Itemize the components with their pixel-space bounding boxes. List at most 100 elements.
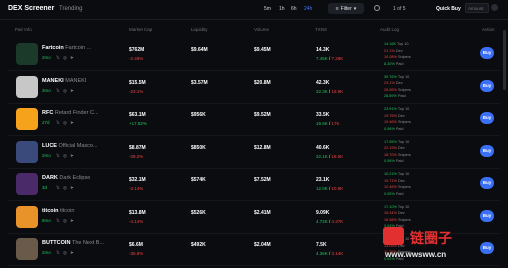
telegram-icon[interactable]: ➤	[70, 218, 74, 224]
table-row[interactable]: RFC Retard Finder C... 27d 𝕏 ◎ ➤ $63.1M +17.82…	[8, 103, 500, 136]
audit-item: 8.30% Paid	[384, 61, 404, 66]
token-age: 3mo	[42, 87, 51, 93]
txns-split: 12.0K / 10.9K	[316, 186, 344, 191]
telegram-icon[interactable]: ➤	[70, 120, 74, 126]
timeframe-1h[interactable]: 1h	[279, 6, 285, 12]
market-cap-value: $8.87M	[129, 144, 146, 151]
pagination[interactable]: 1 of 5	[393, 6, 406, 12]
timeframe-6h[interactable]: 6h	[291, 6, 297, 12]
twitter-icon[interactable]: 𝕏	[56, 250, 60, 256]
twitter-icon[interactable]: 𝕏	[56, 153, 60, 159]
gear-icon[interactable]	[374, 5, 380, 11]
timeframe-5m[interactable]: 5m	[264, 6, 271, 12]
volume-value: $20.8M	[254, 79, 271, 86]
token-avatar	[16, 238, 38, 260]
txns-value: 14.3K	[316, 47, 330, 53]
token-age: 2mo	[42, 55, 51, 60]
token-name[interactable]: titcoin titcoin	[42, 208, 74, 214]
col-audit-log: Audit Log	[380, 27, 400, 32]
twitter-icon[interactable]: 𝕏	[56, 185, 60, 191]
telegram-icon[interactable]: ➤	[70, 153, 74, 159]
buy-button[interactable]: Buy	[480, 47, 494, 59]
token-name[interactable]: Fartcoin Fartcoin ...	[42, 45, 91, 51]
twitter-icon[interactable]: 𝕏	[56, 88, 60, 94]
buy-button[interactable]: Buy	[480, 112, 494, 124]
telegram-icon[interactable]: ➤	[70, 55, 74, 61]
market-cap-value: $13.8M	[129, 209, 146, 216]
token-name[interactable]: MANEKI MANEKI	[42, 78, 86, 84]
volume-value: $9.52M	[254, 112, 271, 118]
scrollbar[interactable]	[503, 30, 506, 90]
buy-button[interactable]: Buy	[480, 177, 494, 189]
buy-button[interactable]: Buy	[480, 79, 494, 92]
market-cap-change: +17.82%	[129, 121, 147, 126]
website-icon[interactable]: ◎	[63, 153, 67, 159]
col-txns: TXNS	[315, 27, 328, 32]
website-icon[interactable]: ◎	[63, 218, 67, 224]
market-cap-value: $32.1M	[129, 177, 146, 183]
market-cap-change: -3.14%	[129, 186, 144, 191]
col-market-cap: Market Cap	[129, 27, 153, 32]
txns-value: 7.5K	[316, 242, 327, 248]
twitter-icon[interactable]: 𝕏	[56, 218, 60, 224]
website-icon[interactable]: ◎	[63, 120, 67, 126]
token-avatar	[16, 108, 38, 130]
buy-button[interactable]: Buy	[480, 144, 494, 157]
liquidity-value: $956K	[191, 112, 206, 118]
timeframe-24h[interactable]: 24h	[304, 6, 312, 12]
brand-title: DEX Screener	[8, 5, 55, 12]
token-name[interactable]: LUCE Official Masco...	[42, 143, 98, 149]
audit-item: 0.05% Paid	[384, 191, 404, 196]
audit-log: 39.76% Top 10 23.1% Dev 26.06% Snipers 28.8…	[384, 74, 424, 100]
table-row[interactable]: Fartcoin Fartcoin ... 2mo 𝕏 ◎ ➤ $762M -2.48% $9…	[8, 38, 500, 71]
twitter-icon[interactable]: 𝕏	[56, 120, 60, 126]
token-age: 2mo	[42, 250, 51, 255]
txns-split: 4.36K / 3.14K	[316, 251, 344, 256]
liquidity-value: $3.57M	[191, 79, 208, 86]
market-cap-change: -35.8%	[129, 251, 144, 256]
token-age: 2mo	[42, 152, 51, 158]
txns-value: 23.1K	[316, 177, 330, 183]
market-cap-value: $762M	[129, 47, 145, 53]
sol-icon	[491, 4, 498, 11]
quick-buy-label: Quick Buy	[436, 6, 461, 12]
token-name[interactable]: BUTTCOIN The Next B...	[42, 240, 104, 246]
twitter-icon[interactable]: 𝕏	[56, 55, 60, 61]
audit-item: 28.89% Paid	[384, 94, 406, 98]
token-name[interactable]: DARK Dark Eclipse	[42, 175, 90, 181]
col-liquidity: Liquidity	[191, 27, 208, 32]
token-avatar	[16, 75, 38, 98]
top-bar: DEX Screener Trending 5m 1h 6h 24h ≡ Fil…	[0, 0, 508, 20]
website-icon[interactable]: ◎	[63, 55, 67, 61]
chevron-down-icon: ▾	[353, 5, 357, 12]
liquidity-value: $9.64M	[191, 47, 208, 53]
amount-input[interactable]: Amount	[465, 3, 489, 13]
token-avatar	[16, 140, 38, 163]
audit-log: 14.16K Top 10 21.1% Dev 10.08% Snipers 8.30…	[384, 41, 424, 67]
audit-log: 23.91% Top 10 19.75% Dev 19.46% Snipers 0.0…	[384, 106, 424, 132]
audit-log: 17.55% Top 10 22.19% Dev 18.70% Snipers 0.0…	[384, 139, 424, 165]
token-name[interactable]: RFC Retard Finder C...	[42, 110, 99, 116]
telegram-icon[interactable]: ➤	[70, 185, 74, 191]
filter-button[interactable]: ≡ Filter ▾	[328, 3, 364, 14]
volume-value: $7.52M	[254, 177, 271, 183]
telegram-icon[interactable]: ➤	[70, 88, 74, 94]
telegram-icon[interactable]: ➤	[70, 250, 74, 256]
website-icon[interactable]: ◎	[63, 88, 67, 94]
website-icon[interactable]: ◎	[63, 250, 67, 256]
market-cap-value: $63.1M	[129, 112, 146, 118]
buy-button[interactable]: Buy	[480, 242, 494, 254]
txns-split: 7.45K / 7.28K	[316, 56, 344, 61]
txns-split: 22.3K / 19.9K	[316, 88, 344, 94]
token-avatar	[16, 173, 38, 195]
tab-trending[interactable]: Trending	[59, 6, 82, 12]
website-icon[interactable]: ◎	[63, 185, 67, 191]
table-row[interactable]: MANEKI MANEKI 3mo 𝕏 ◎ ➤ $15.5M -23.1% $3.57M $20…	[8, 71, 500, 104]
volume-value: $2.04M	[254, 242, 271, 248]
table-row[interactable]: LUCE Official Masco... 2mo 𝕏 ◎ ➤ $8.87M -28.2%…	[8, 136, 500, 169]
market-cap-change: -23.1%	[129, 88, 144, 94]
table-row[interactable]: DARK Dark Eclipse 3d 𝕏 ◎ ➤ $32.1M -3.14% $574K $…	[8, 168, 500, 201]
txns-split: 22.1K / 18.5K	[316, 153, 344, 159]
buy-button[interactable]: Buy	[480, 209, 494, 222]
txns-split: 16.6K / 17K	[316, 121, 340, 126]
